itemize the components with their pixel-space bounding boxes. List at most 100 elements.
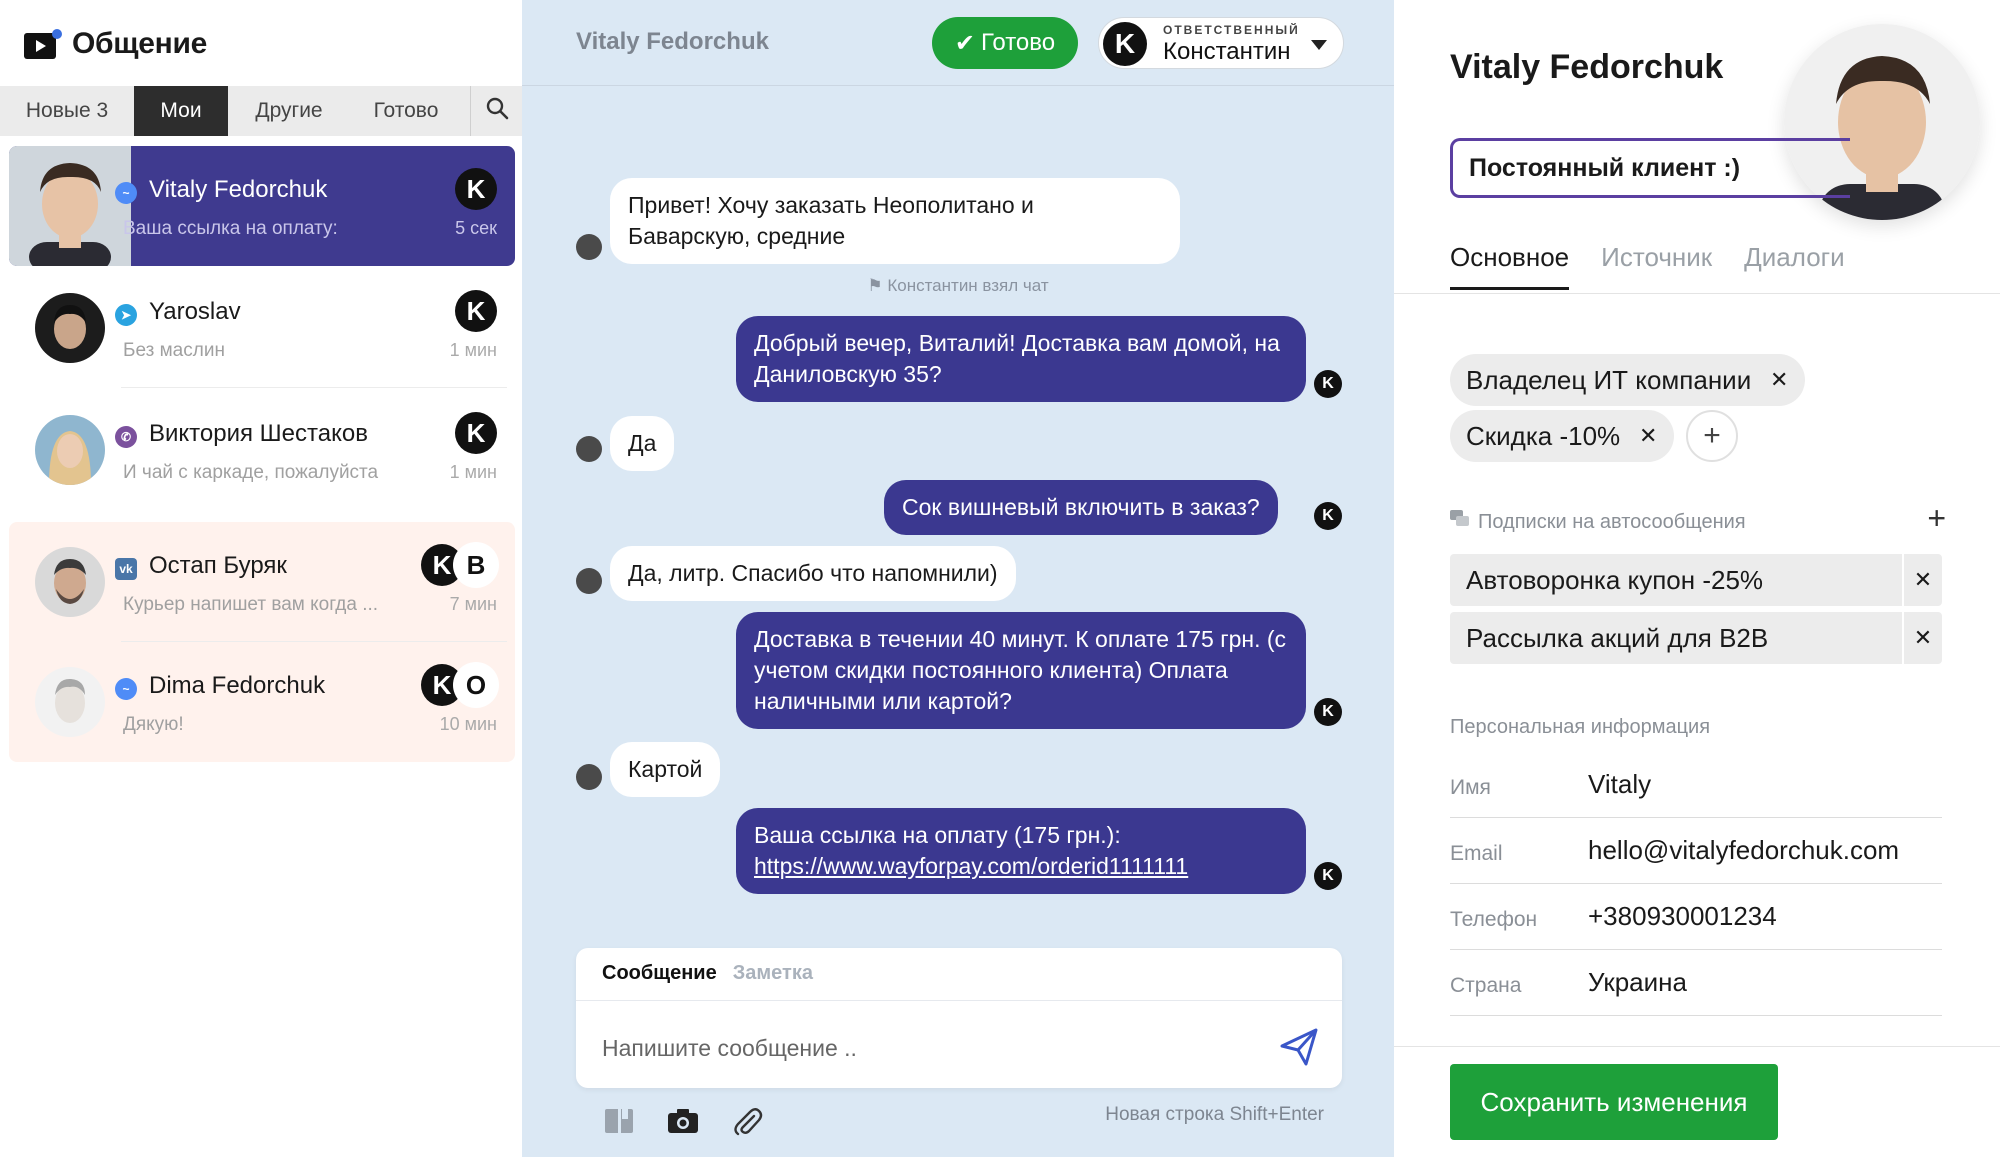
divider [1394, 1046, 2000, 1047]
message-text: Да [628, 430, 657, 456]
conversation-preview: И чай с каркаде, пожалуйста [123, 462, 379, 483]
system-message-text: Константин взял чат [887, 276, 1049, 295]
vk-icon: vk [115, 558, 137, 580]
conversation-item[interactable]: vk Остап Буряк Курьер напишет вам когда … [9, 522, 515, 642]
conversation-item[interactable]: ✆ Виктория Шестаков И чай с каркаде, пож… [9, 390, 515, 510]
customer-tag: Скидка -10% ✕ [1450, 410, 1675, 462]
customer-mini-avatar [576, 436, 602, 462]
chat-bubbles-icon [1450, 510, 1470, 534]
divider [121, 387, 507, 388]
country-input[interactable] [1588, 964, 1938, 1000]
paperclip-icon[interactable] [730, 1104, 764, 1138]
name-input[interactable] [1588, 766, 1938, 802]
remove-tag-icon[interactable]: ✕ [1765, 366, 1793, 394]
message-input[interactable] [602, 1026, 1242, 1070]
templates-icon[interactable] [602, 1104, 636, 1138]
search-button[interactable] [470, 86, 522, 136]
send-icon[interactable] [1278, 1026, 1320, 1068]
conversation-time: 1 мин [449, 340, 497, 360]
assignee-badge: K [455, 168, 497, 210]
caret-down-icon [1311, 40, 1327, 50]
chat-panel: Vitaly Fedorchuk ✔ Готово K ОТВЕТСТВЕННЫ… [522, 0, 1394, 1157]
assignee-badge: B [455, 544, 497, 586]
customer-mini-avatar [576, 234, 602, 260]
avatar [35, 667, 105, 737]
field-label: Страна [1450, 974, 1522, 997]
customer-mini-avatar [576, 568, 602, 594]
tab-label: Новые 3 [25, 99, 109, 122]
add-tag-button[interactable]: + [1686, 410, 1738, 462]
conversation-name: Vitaly Fedorchuk [149, 176, 328, 203]
subscription-item: Рассылка акций для B2B ✕ [1450, 612, 1942, 664]
message-composer: Сообщение Заметка [576, 948, 1342, 1088]
conversation-preview: Без маслин [123, 340, 225, 361]
tab-message[interactable]: Сообщение [602, 962, 717, 985]
remove-tag-icon[interactable]: ✕ [1634, 422, 1662, 450]
conversation-item[interactable]: ~ Dima Fedorchuk Дякую! 10 мин K O [9, 642, 515, 762]
avatar [35, 293, 105, 363]
remove-subscription-icon[interactable]: ✕ [1902, 612, 1942, 664]
operator-mini-avatar: K [1314, 370, 1342, 398]
telegram-icon: ➤ [115, 304, 137, 326]
assignee-name: Константин [1163, 38, 1291, 65]
outgoing-message: Ваша ссылка на оплату (175 грн.): https:… [736, 808, 1306, 894]
field-label: Email [1450, 842, 1503, 865]
incoming-message: Привет! Хочу заказать Неополитано и Бава… [610, 178, 1180, 264]
done-button-label: Готово [981, 29, 1056, 56]
conversation-item[interactable]: ➤ Yaroslav Без маслин 1 мин K [9, 268, 515, 388]
message-text: Привет! Хочу заказать Неополитано и Бава… [628, 192, 1034, 249]
outgoing-message: Добрый вечер, Виталий! Доставка вам домо… [736, 316, 1306, 402]
assignee-badge: O [455, 664, 497, 706]
add-subscription-button[interactable]: + [1927, 500, 1946, 537]
tab-source[interactable]: Источник [1601, 242, 1712, 290]
subscription-label: Автоворонка купон -25% [1466, 564, 1764, 595]
tab-main[interactable]: Основное [1450, 242, 1570, 290]
message-text: Да, литр. Спасибо что напомнили) [628, 560, 998, 586]
avatar [35, 547, 105, 617]
tab-done[interactable]: Готово [350, 86, 462, 136]
app-title: Общение [72, 27, 208, 60]
customer-status-text: Постоянный клиент :) [1469, 153, 1741, 182]
field-name: Имя [1450, 752, 1942, 818]
operator-mini-avatar: K [1314, 502, 1342, 530]
operator-mini-avatar: K [1314, 698, 1342, 726]
payment-link[interactable]: https://www.wayforpay.com/orderid1111111 [754, 853, 1188, 879]
viber-icon: ✆ [115, 426, 137, 448]
tag-label: Владелец ИТ компании [1466, 364, 1752, 395]
conversation-item[interactable]: ~ Vitaly Fedorchuk Ваша ссылка на оплату… [9, 146, 515, 266]
tab-dialogs[interactable]: Диалоги [1744, 242, 1845, 290]
assignee-badges: K B [421, 544, 497, 586]
tab-new[interactable]: Новые 3 [0, 86, 134, 136]
camera-icon[interactable] [666, 1104, 700, 1138]
incoming-message: Картой [610, 742, 721, 797]
chat-title: Vitaly Fedorchuk [576, 28, 769, 55]
conversation-filter-tabs: Новые 3 Мои Другие Готово [0, 86, 522, 136]
field-label: Телефон [1450, 908, 1538, 931]
tab-note[interactable]: Заметка [733, 962, 813, 985]
assignee-dropdown[interactable]: K ОТВЕТСТВЕННЫЙ Константин [1098, 17, 1344, 69]
messenger-icon: ~ [115, 678, 137, 700]
save-changes-button[interactable]: Сохранить изменения [1450, 1064, 1778, 1140]
done-button[interactable]: ✔ Готово [932, 17, 1078, 69]
tab-mine[interactable]: Мои [134, 86, 228, 136]
assignee-badge: K [455, 412, 497, 454]
tab-others[interactable]: Другие [228, 86, 350, 136]
message-text: Доставка в течении 40 минут. К оплате 17… [754, 626, 1287, 714]
incoming-message: Да [610, 416, 675, 471]
subscription-label: Рассылка акций для B2B [1466, 622, 1769, 653]
assignee-badges: K [455, 290, 497, 332]
subscription-item: Автоворонка купон -25% ✕ [1450, 554, 1942, 606]
phone-input[interactable] [1588, 898, 1938, 934]
tab-label: Готово [373, 99, 439, 122]
tab-label: Мои [160, 99, 202, 122]
avatar [9, 146, 131, 266]
customer-status-field[interactable]: Постоянный клиент :) [1450, 138, 1850, 198]
conversation-time: 1 мин [449, 462, 497, 482]
incoming-message: Да, литр. Спасибо что напомнили) [610, 546, 1016, 601]
divider [1394, 293, 2000, 294]
subscriptions-title-text: Подписки на автосообщения [1478, 510, 1746, 533]
message-text: Сок вишневый включить в заказ? [902, 494, 1260, 520]
email-input[interactable] [1588, 832, 1938, 868]
composer-tabs: Сообщение Заметка [602, 962, 813, 985]
remove-subscription-icon[interactable]: ✕ [1902, 554, 1942, 606]
